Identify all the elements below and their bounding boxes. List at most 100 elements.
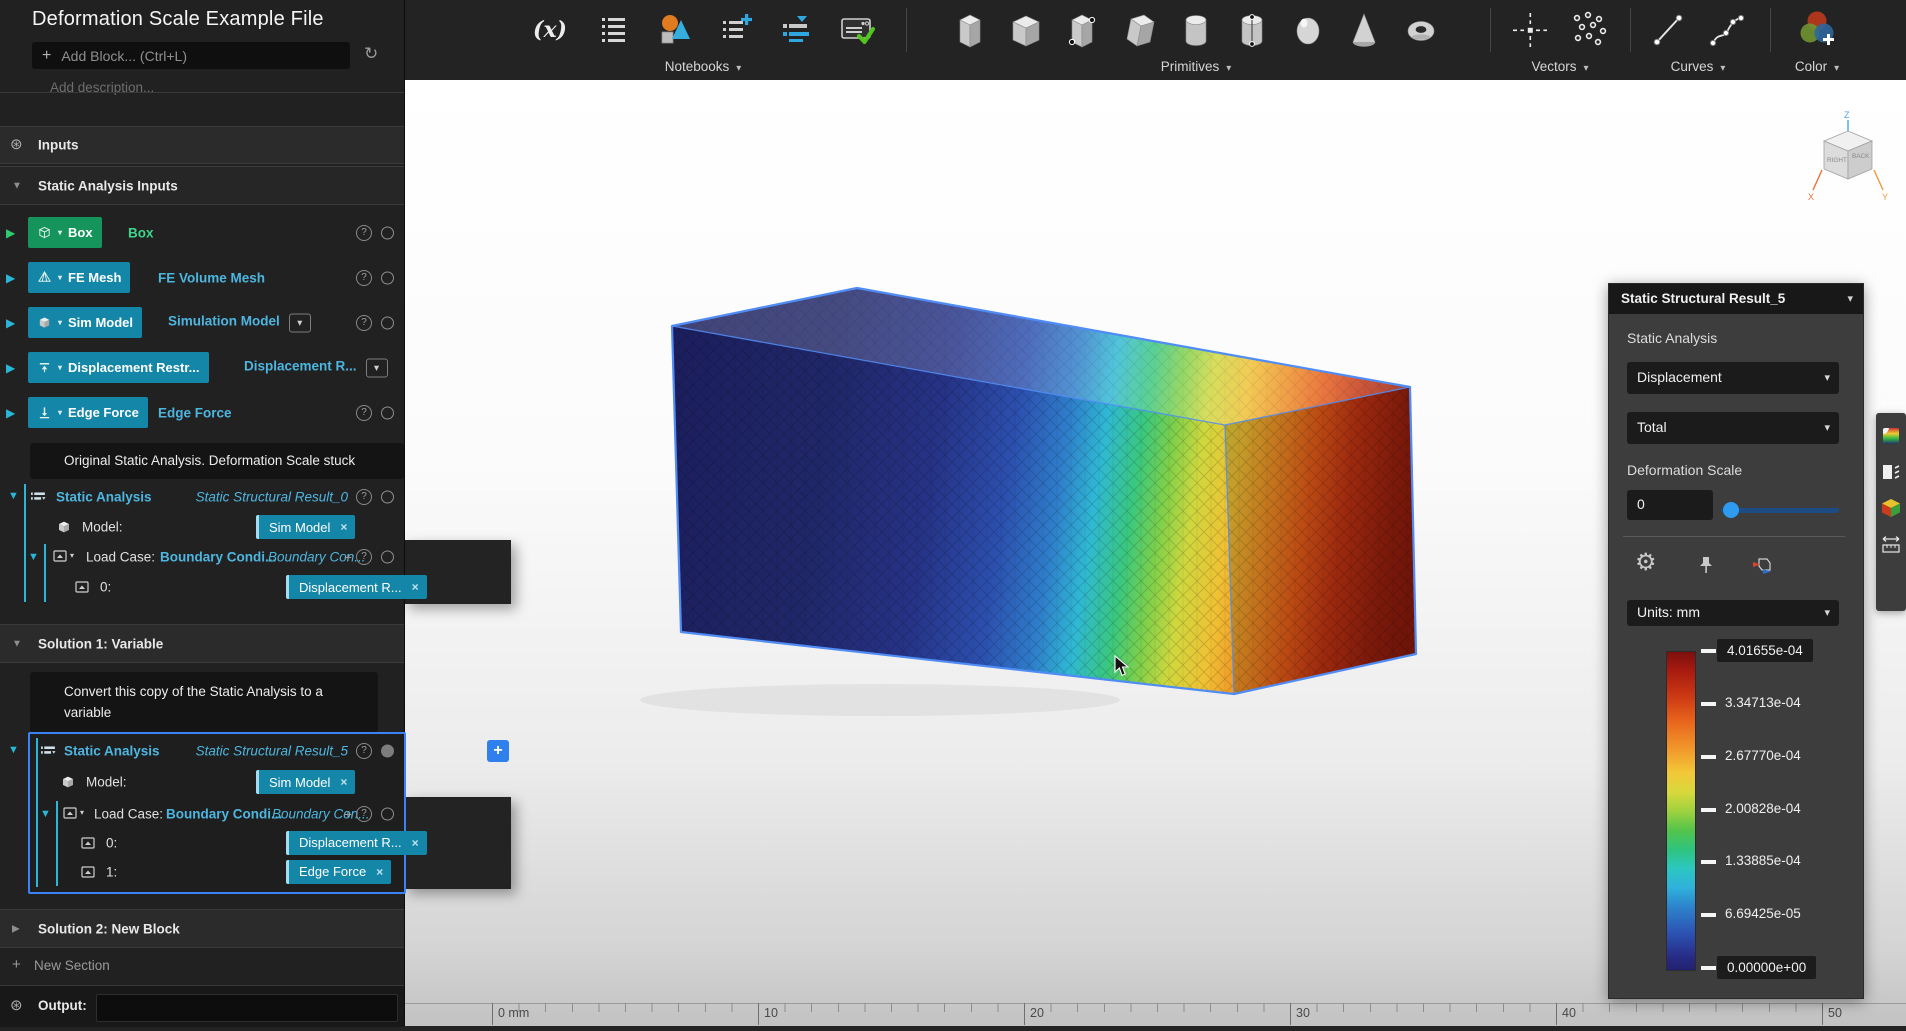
visibility-toggle-icon[interactable] xyxy=(381,744,394,757)
block-badge-displacement-restraint[interactable]: ▾ Displacement Restr... xyxy=(28,352,209,383)
load-case-item-row[interactable]: 0: Displacement R...× xyxy=(0,572,404,602)
block-value[interactable]: Edge Force xyxy=(158,405,232,420)
block-row-static-analysis-0[interactable]: Static Analysis Static Structural Result… xyxy=(0,482,404,511)
run-arrow-icon[interactable]: ▶ xyxy=(6,361,15,375)
3d-viewport[interactable]: 0 mm 10 20 30 40 50 RIGHT BACK Z X Y Sta… xyxy=(404,80,1906,1026)
close-icon[interactable]: × xyxy=(412,836,419,850)
deformation-scale-slider[interactable] xyxy=(1721,502,1839,518)
toolbar-label-notebooks[interactable]: Notebooks▾ xyxy=(500,59,906,74)
output-input[interactable] xyxy=(96,994,398,1022)
component-dropdown[interactable]: Total▾ xyxy=(1627,412,1839,444)
run-arrow-icon[interactable]: ▶ xyxy=(6,226,15,240)
model-row[interactable]: Model: Sim Model× xyxy=(0,513,404,541)
run-arrow-icon[interactable]: ▶ xyxy=(6,406,15,420)
color-icon[interactable] xyxy=(1795,8,1839,52)
colored-cube-icon[interactable] xyxy=(1880,497,1902,519)
visibility-toggle-icon[interactable] xyxy=(381,807,394,820)
block-badge-edge-force[interactable]: ▾ Edge Force xyxy=(28,397,148,428)
load-case-row[interactable]: ▾ Load Case: Boundary Condi... Boundary … xyxy=(0,799,404,828)
sidebar-section-inputs[interactable]: ⊛ Inputs xyxy=(0,126,404,164)
spline-icon[interactable] xyxy=(1706,10,1748,50)
line-icon[interactable] xyxy=(1648,10,1688,50)
block-value[interactable]: FE Volume Mesh xyxy=(158,270,265,285)
block-row-displacement-restraint[interactable]: ▶ ▾ Displacement Restr... Displacement R… xyxy=(0,352,404,383)
comment-block[interactable]: Convert this copy of the Static Analysis… xyxy=(30,672,378,732)
cone-icon[interactable] xyxy=(1344,8,1384,52)
block-value[interactable]: Displacement R...▾ xyxy=(244,358,388,377)
visibility-toggle-icon[interactable] xyxy=(381,226,394,239)
close-icon[interactable]: × xyxy=(340,775,347,789)
result-type-dropdown[interactable]: Displacement▾ xyxy=(1627,362,1839,394)
expand-chevron-icon[interactable]: ▾ xyxy=(289,313,311,332)
collapse-triangle-icon[interactable]: ▼ xyxy=(12,180,22,191)
help-icon[interactable]: ? xyxy=(356,489,372,505)
measure-icon[interactable] xyxy=(1880,533,1902,555)
toolbar-label-vectors[interactable]: Vectors▾ xyxy=(1496,59,1624,74)
toolbar-label-color[interactable]: Color▾ xyxy=(1776,59,1858,74)
chevron-down-icon[interactable]: ▾ xyxy=(70,551,74,560)
add-block-input[interactable]: + Add Block... (Ctrl+L) xyxy=(32,42,350,69)
viewcube-face-back[interactable]: BACK xyxy=(1852,153,1870,160)
add-item-icon[interactable]: + xyxy=(344,806,352,822)
load-case-item-row[interactable]: 1: Edge Force× xyxy=(0,857,404,886)
list-variable-icon[interactable] xyxy=(779,12,813,48)
help-icon[interactable]: ? xyxy=(356,315,372,331)
gear-icon[interactable]: ⚙ xyxy=(1635,548,1657,577)
slider-thumb[interactable] xyxy=(1723,502,1739,518)
visibility-toggle-icon[interactable] xyxy=(381,271,394,284)
model-chip[interactable]: Sim Model× xyxy=(256,515,355,539)
block-badge-sim-model[interactable]: ▾ Sim Model xyxy=(28,307,142,338)
help-icon[interactable]: ? xyxy=(356,225,372,241)
visibility-toggle-icon[interactable] xyxy=(381,316,394,329)
visibility-toggle-icon[interactable] xyxy=(381,490,394,503)
sidebar-section-solution-2[interactable]: ▶ Solution 2: New Block xyxy=(0,909,404,948)
deformation-scale-input[interactable]: 0 xyxy=(1627,490,1713,520)
sidebar-section-static-inputs[interactable]: ▼ Static Analysis Inputs xyxy=(0,166,404,205)
run-arrow-icon[interactable]: ▶ xyxy=(6,271,15,285)
point-icon[interactable] xyxy=(1510,10,1550,50)
point-cloud-icon[interactable] xyxy=(1568,10,1610,50)
block-row-box[interactable]: ▶ ▾ Box Box ? xyxy=(0,217,404,248)
units-dropdown[interactable]: Units: mm▾ xyxy=(1627,600,1839,626)
model-chip[interactable]: Sim Model× xyxy=(256,770,355,794)
block-row-fe-mesh[interactable]: ▶ ▾ FE Mesh FE Volume Mesh ? xyxy=(0,262,404,293)
view-cube[interactable]: RIGHT BACK Z X Y xyxy=(1806,108,1892,204)
help-icon[interactable]: ? xyxy=(356,405,372,421)
variable-icon[interactable]: (x) xyxy=(529,17,571,43)
collapse-triangle-icon[interactable]: ▶ xyxy=(12,923,20,934)
cylinder-icon[interactable] xyxy=(1176,8,1216,52)
boundary-condition-chip[interactable]: Edge Force× xyxy=(286,860,391,884)
sphere-icon[interactable] xyxy=(1288,8,1328,52)
visibility-toggle-icon[interactable] xyxy=(381,406,394,419)
result-name[interactable]: Static Structural Result_5 xyxy=(196,743,348,758)
model-row[interactable]: Model: Sim Model× xyxy=(0,768,404,796)
viewcube-face-right[interactable]: RIGHT xyxy=(1827,157,1847,164)
boundary-condition-chip[interactable]: Displacement R...× xyxy=(286,575,427,599)
sync-icon[interactable]: ↻ xyxy=(364,44,378,64)
close-icon[interactable]: × xyxy=(340,520,347,534)
box-primitive-icon[interactable] xyxy=(950,8,990,52)
cylinder-two-points-icon[interactable] xyxy=(1232,8,1272,52)
box-two-points-icon[interactable] xyxy=(1062,8,1102,52)
new-section-button[interactable]: + New Section xyxy=(0,947,404,984)
list-add-icon[interactable] xyxy=(719,12,753,48)
result-name[interactable]: Static Structural Result_0 xyxy=(196,489,348,504)
cube-primitive-icon[interactable] xyxy=(1006,8,1046,52)
run-arrow-icon[interactable]: ▶ xyxy=(6,316,15,330)
toolbar-label-curves[interactable]: Curves▾ xyxy=(1636,59,1760,74)
colormap-toggle-icon[interactable] xyxy=(1880,425,1902,447)
help-icon[interactable]: ? xyxy=(356,743,372,759)
block-badge-fe-mesh[interactable]: ▾ FE Mesh xyxy=(28,262,130,293)
list-icon[interactable] xyxy=(597,12,631,48)
close-icon[interactable]: × xyxy=(376,865,383,879)
sidebar-section-solution-1[interactable]: ▼ Solution 1: Variable xyxy=(0,624,404,663)
add-to-block-button[interactable]: + xyxy=(487,740,509,762)
block-row-edge-force[interactable]: ▶ ▾ Edge Force Edge Force ? xyxy=(0,397,404,428)
section-clip-icon[interactable] xyxy=(1751,555,1775,577)
close-icon[interactable]: × xyxy=(412,580,419,594)
block-badge-box[interactable]: ▾ Box xyxy=(28,217,102,248)
block-value[interactable]: Simulation Model▾ xyxy=(168,313,311,332)
pin-icon[interactable] xyxy=(1695,554,1717,576)
toolbar-label-primitives[interactable]: Primitives▾ xyxy=(912,59,1480,74)
collapse-triangle-icon[interactable]: ▼ xyxy=(12,638,22,649)
